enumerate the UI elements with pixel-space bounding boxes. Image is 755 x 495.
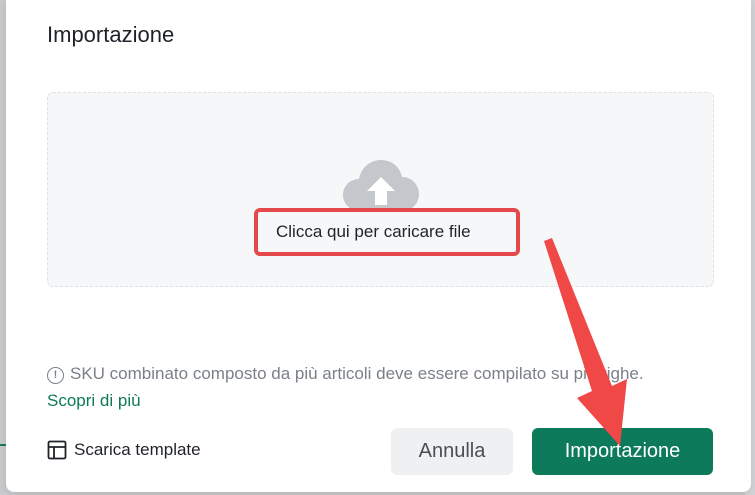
notice-text: SKU combinato composto da più articoli d… [70, 364, 644, 383]
import-button[interactable]: Importazione [532, 428, 713, 475]
combined-sku-notice: ! SKU combinato composto da più articoli … [47, 360, 687, 414]
download-template-label: Scarica template [74, 440, 201, 459]
upload-click-area[interactable]: Clicca qui per caricare file [254, 208, 520, 256]
learn-more-link[interactable]: Scopri di più [47, 391, 141, 410]
cloud-upload-icon [343, 160, 419, 211]
download-template-button[interactable]: Scarica template [47, 440, 201, 460]
import-dialog: Importazione Clicca qui per caricare fil… [6, 0, 751, 492]
upload-dropzone[interactable]: Clicca qui per caricare file [47, 92, 714, 287]
layout-template-icon [47, 440, 67, 460]
info-circle-icon: ! [47, 367, 64, 384]
cancel-button[interactable]: Annulla [391, 428, 513, 475]
dialog-title: Importazione [47, 22, 175, 47]
